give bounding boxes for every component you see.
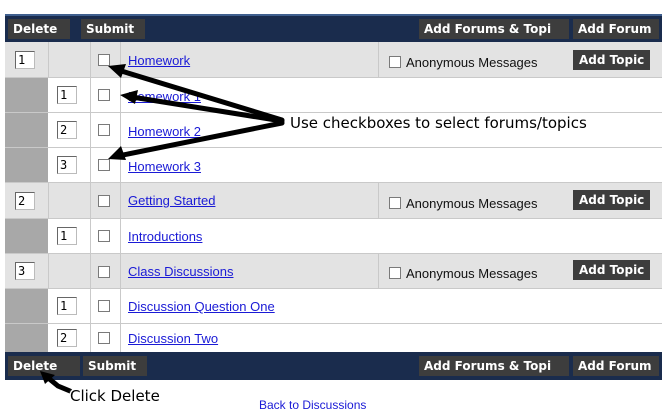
arrowhead (108, 64, 126, 78)
arrow-to-homework-checkbox (115, 67, 285, 123)
delete-callout-text: Click Delete (70, 387, 160, 405)
back-to-discussions-link[interactable]: Back to Discussions (259, 398, 366, 412)
annotation-arrows (40, 64, 285, 394)
arrow-to-homework1-checkbox (129, 94, 285, 124)
checkbox-callout-text: Use checkboxes to select forums/topics (290, 114, 587, 132)
arrow-to-delete-button (44, 374, 73, 394)
arrowhead (108, 146, 126, 160)
arrowhead (120, 90, 138, 104)
arrow-to-homework3-checkbox (115, 120, 285, 159)
